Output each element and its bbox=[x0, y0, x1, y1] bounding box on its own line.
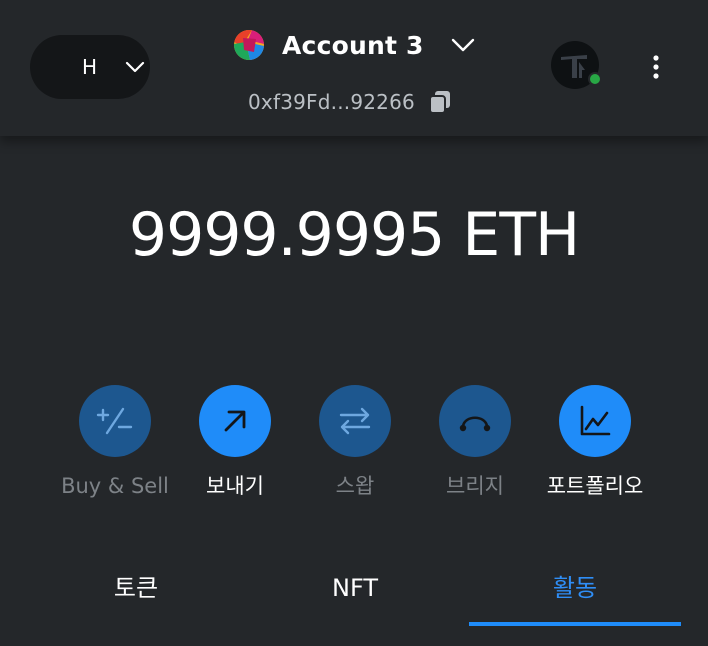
tab-nft[interactable]: NFT bbox=[249, 560, 461, 620]
bridge-icon bbox=[439, 385, 511, 457]
portfolio-button[interactable]: 포트폴리오 bbox=[530, 385, 660, 515]
swap-button[interactable]: 스왑 bbox=[290, 385, 420, 515]
buy-sell-label: Buy & Sell bbox=[61, 474, 169, 498]
swap-label: 스왑 bbox=[335, 474, 375, 498]
tab-activity[interactable]: 활동 bbox=[469, 560, 681, 620]
chart-icon bbox=[559, 385, 631, 457]
portfolio-label: 포트폴리오 bbox=[546, 474, 644, 498]
swap-arrows-icon bbox=[319, 385, 391, 457]
account-address: 0xf39Fd...92266 bbox=[248, 90, 415, 114]
bridge-label: 브리지 bbox=[446, 474, 504, 498]
account-menu-button[interactable]: Account 3 bbox=[234, 27, 476, 63]
plus-minus-icon bbox=[79, 385, 151, 457]
profile-avatar-icon[interactable] bbox=[551, 40, 601, 90]
chevron-down-icon bbox=[451, 38, 474, 52]
buy-sell-button[interactable]: Buy & Sell bbox=[50, 385, 180, 515]
bridge-button[interactable]: 브리지 bbox=[410, 385, 540, 515]
chevron-down-icon bbox=[125, 61, 145, 73]
more-vertical-icon[interactable] bbox=[644, 54, 668, 80]
app-header: H Account 3 0xf39Fd...92266 bbox=[0, 0, 708, 136]
active-tab-indicator bbox=[469, 622, 681, 626]
account-address-copy[interactable]: 0xf39Fd...92266 bbox=[248, 87, 453, 117]
eth-balance: 9999.9995 ETH bbox=[128, 200, 580, 270]
network-picker[interactable]: H bbox=[30, 35, 150, 99]
send-button[interactable]: 보내기 bbox=[170, 385, 300, 515]
copy-icon[interactable] bbox=[427, 89, 453, 115]
tab-tokens[interactable]: 토큰 bbox=[30, 560, 242, 620]
arrow-up-right-icon bbox=[199, 385, 271, 457]
send-label: 보내기 bbox=[206, 474, 264, 498]
wallet-actions: Buy & Sell 보내기 스왑 브리지 포트폴리오 bbox=[0, 385, 708, 515]
account-jazzicon-icon bbox=[234, 30, 264, 60]
network-letter: H bbox=[82, 55, 98, 79]
account-name: Account 3 bbox=[282, 30, 424, 60]
wallet-tabs: 토큰 NFT 활동 bbox=[0, 560, 708, 630]
